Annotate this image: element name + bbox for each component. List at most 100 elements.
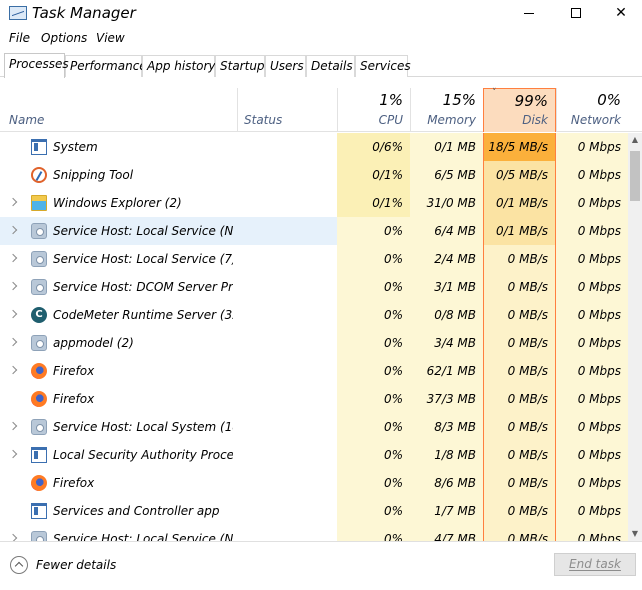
chevron-up-icon[interactable]	[10, 556, 28, 574]
process-disk: 0 MB/s	[483, 413, 556, 441]
chevron-right-icon[interactable]	[9, 532, 17, 541]
process-disk: 0 MB/s	[483, 357, 556, 385]
process-network: 0 Mbps	[556, 273, 628, 301]
chevron-right-icon[interactable]	[9, 448, 17, 460]
process-name: Service Host: Local Service (Net...	[53, 224, 233, 238]
process-name: Service Host: DCOM Server Proc...	[53, 280, 233, 294]
process-memory: 31/0 MB	[410, 189, 483, 217]
process-disk: 0 MB/s	[483, 329, 556, 357]
process-row[interactable]: Firefox 0% 37/3 MB 0 MB/s 0 Mbps	[0, 385, 628, 413]
disk-total-pct: 99%	[514, 92, 548, 110]
process-network: 0 Mbps	[556, 161, 628, 189]
close-button[interactable]: ✕	[598, 0, 642, 26]
process-cpu: 0%	[337, 525, 410, 541]
process-row[interactable]: C CodeMeter Runtime Server (32 b... 0%0/8 …	[0, 301, 628, 329]
process-memory: 6/4 MB	[410, 217, 483, 245]
end-task-button[interactable]: End task	[554, 553, 636, 576]
chevron-right-icon[interactable]	[9, 308, 17, 320]
chevron-right-icon[interactable]	[9, 196, 17, 208]
process-row[interactable]: Service Host: Local System (18) 0% 8/3 MB 0…	[0, 413, 628, 441]
menu-options[interactable]: Options	[41, 31, 87, 45]
process-row[interactable]: Windows Explorer (2) 0/1% 31/0 MB 0/1 MB/s 0…	[0, 189, 628, 217]
process-disk: 0 MB/s	[483, 497, 556, 525]
process-name: System	[53, 140, 98, 154]
fewer-details-link[interactable]: Fewer details	[36, 558, 116, 572]
process-row[interactable]: Firefox 0% 8/6 MB 0 MB/s 0 Mbps	[0, 469, 628, 497]
gear-icon	[31, 251, 47, 267]
tab-startup[interactable]: Startup	[215, 55, 265, 77]
tab-services[interactable]: Services	[355, 55, 411, 77]
codemeter-icon: C	[31, 307, 47, 323]
process-row[interactable]: Service Host: Local Service (No N... 0%4/…	[0, 525, 628, 541]
process-row[interactable]: Service Host: DCOM Server Proc... 0%3/1 M…	[0, 273, 628, 301]
gear-icon	[31, 531, 47, 541]
column-name-label: Name	[9, 113, 45, 127]
process-name: Windows Explorer (2)	[53, 196, 182, 210]
chevron-right-icon[interactable]	[9, 420, 17, 432]
column-status[interactable]: Status	[237, 88, 337, 132]
process-network: 0 Mbps	[556, 385, 628, 413]
process-cpu: 0%	[337, 329, 410, 357]
column-disk[interactable]: ˅ 99% Disk	[483, 88, 556, 132]
tab-details[interactable]: Details	[306, 55, 355, 77]
chevron-right-icon[interactable]	[9, 252, 17, 264]
process-network: 0 Mbps	[556, 189, 628, 217]
tab-app-history[interactable]: App history	[142, 55, 216, 77]
column-disk-label: Disk	[522, 113, 548, 127]
vertical-scrollbar[interactable]: ▲ ▼	[628, 133, 642, 541]
process-network: 0 Mbps	[556, 329, 628, 357]
column-cpu[interactable]: 1% CPU	[337, 88, 410, 132]
process-row[interactable]: Service Host: Local Service (7) 0% 2/4 MB 0…	[0, 245, 628, 273]
process-name: Snipping Tool	[53, 168, 134, 182]
minimize-icon	[524, 12, 534, 14]
process-row[interactable]: System 0/6% 0/1 MB 18/5 MB/s 0 Mbps	[0, 133, 628, 161]
tab-performance[interactable]: Performance	[65, 55, 147, 77]
memory-total-pct: 15%	[442, 91, 476, 109]
process-name: appmodel (2)	[53, 336, 134, 350]
minimize-button[interactable]	[506, 0, 552, 26]
process-memory: 0/8 MB	[410, 301, 483, 329]
process-disk: 0 MB/s	[483, 273, 556, 301]
firefox-icon	[31, 363, 47, 379]
chevron-right-icon[interactable]	[9, 280, 17, 292]
menu-file[interactable]: File	[9, 31, 30, 45]
process-network: 0 Mbps	[556, 133, 628, 161]
maximize-button[interactable]	[553, 0, 599, 26]
tab-users[interactable]: Users	[265, 55, 306, 77]
process-memory: 0/1 MB	[410, 133, 483, 161]
process-row[interactable]: Services and Controller app 0% 1/7 MB 0 MB/…	[0, 497, 628, 525]
menu-view[interactable]: View	[96, 31, 125, 45]
process-name: Firefox	[53, 364, 95, 378]
process-cpu: 0%	[337, 469, 410, 497]
column-memory[interactable]: 15% Memory	[410, 88, 483, 132]
column-header: Name Status 1% CPU 15% Memory ˅ 99% Disk…	[0, 88, 642, 132]
chevron-right-icon[interactable]	[9, 364, 17, 376]
firefox-icon	[31, 475, 47, 491]
process-name: Services and Controller app	[53, 504, 220, 518]
process-row[interactable]: Service Host: Local Service (Net... 0%6/4…	[0, 217, 628, 245]
process-disk: 0 MB/s	[483, 301, 556, 329]
column-status-label: Status	[244, 113, 283, 127]
process-memory: 3/4 MB	[410, 329, 483, 357]
scroll-down-icon[interactable]: ▼	[628, 527, 642, 541]
process-disk: 0/5 MB/s	[483, 161, 556, 189]
chevron-right-icon[interactable]	[9, 336, 17, 348]
column-name[interactable]: Name	[8, 88, 236, 132]
process-row[interactable]: Local Security Authority Process ... 0%1/…	[0, 441, 628, 469]
process-memory: 3/1 MB	[410, 273, 483, 301]
chevron-right-icon[interactable]	[9, 224, 17, 236]
gear-icon	[31, 335, 47, 351]
process-cpu: 0%	[337, 301, 410, 329]
process-row[interactable]: appmodel (2) 0% 3/4 MB 0 MB/s 0 Mbps	[0, 329, 628, 357]
tab-processes[interactable]: Processes	[4, 53, 69, 78]
process-row[interactable]: Snipping Tool 0/1% 6/5 MB 0/5 MB/s 0 Mbps	[0, 161, 628, 189]
column-network[interactable]: 0% Network	[556, 88, 628, 132]
window-title: Task Manager	[32, 4, 136, 22]
process-row[interactable]: Firefox 0% 62/1 MB 0 MB/s 0 Mbps	[0, 357, 628, 385]
scroll-thumb[interactable]	[630, 151, 640, 201]
column-cpu-label: CPU	[378, 113, 403, 127]
process-memory: 4/7 MB	[410, 525, 483, 541]
process-disk: 0 MB/s	[483, 525, 556, 541]
scroll-up-icon[interactable]: ▲	[628, 133, 642, 147]
process-cpu: 0/1%	[337, 189, 410, 217]
